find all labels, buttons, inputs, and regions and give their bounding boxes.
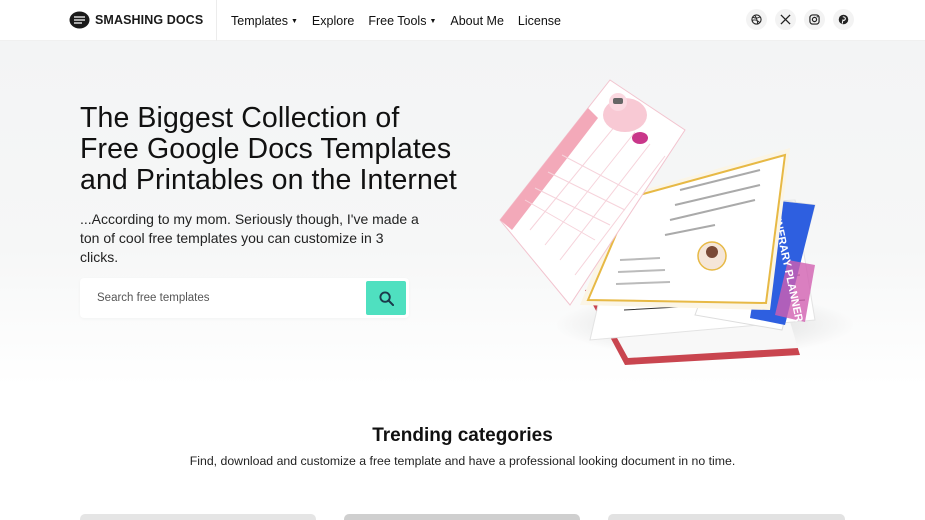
hero-title-line: and Printables on the Internet [80, 164, 457, 196]
hero-illustration: ITINERARY PLANNER [499, 79, 855, 365]
pinterest-link[interactable] [833, 9, 854, 30]
hero-subtitle: ...According to my mom. Seriously though… [80, 211, 419, 265]
search-icon [378, 290, 394, 306]
instagram-icon [809, 14, 820, 25]
category-card[interactable] [608, 514, 845, 520]
header-divider [216, 0, 217, 41]
trending-cards [80, 514, 846, 520]
hero-title-line: Free Google Docs Templates [80, 133, 452, 165]
trending-title: Trending categories [372, 425, 553, 446]
instagram-link[interactable] [804, 9, 825, 30]
nav-explore-label: Explore [311, 13, 355, 28]
search-button[interactable] [366, 281, 406, 315]
hero-title: The Biggest Collection of Free Google Do… [80, 103, 460, 196]
nav-templates[interactable]: Templates ▼ [231, 14, 298, 28]
logo-icon [69, 11, 90, 29]
main-nav: Templates ▼ Explore Free Tools ▼ About M… [231, 0, 575, 41]
x-twitter-link[interactable] [775, 9, 796, 30]
category-card[interactable] [344, 514, 580, 520]
social-links [746, 9, 854, 30]
nav-license-label: License [517, 13, 561, 28]
dribbble-link[interactable] [746, 9, 767, 30]
nav-free-tools-label: Free Tools [368, 13, 427, 28]
trending-subtitle: Find, download and customize a free temp… [189, 454, 736, 468]
pinterest-icon [838, 14, 849, 25]
search-input[interactable] [80, 278, 365, 318]
chevron-down-icon: ▼ [290, 17, 298, 25]
category-card[interactable] [80, 514, 316, 520]
nav-free-tools[interactable]: Free Tools ▼ [368, 14, 436, 28]
site-header: SMASHING DOCS Templates ▼ Explore Free T… [0, 0, 925, 41]
nav-license[interactable]: License [518, 14, 561, 28]
brand-logo[interactable]: SMASHING DOCS [69, 11, 203, 29]
dribbble-icon [751, 14, 762, 25]
x-twitter-icon [780, 14, 791, 25]
nav-explore[interactable]: Explore [312, 14, 354, 28]
chevron-down-icon: ▼ [429, 17, 437, 25]
hero-title-line: The Biggest Collection of [80, 102, 400, 134]
search-form [80, 278, 409, 318]
nav-about-me[interactable]: About Me [450, 14, 504, 28]
brand-name: SMASHING DOCS [95, 13, 204, 27]
nav-templates-label: Templates [231, 13, 288, 28]
nav-about-me-label: About Me [450, 13, 504, 28]
